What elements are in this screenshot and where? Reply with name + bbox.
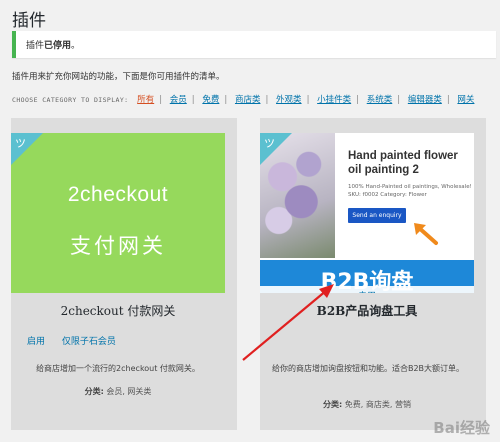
smile-icon: ツ: [264, 137, 275, 150]
category-membership[interactable]: 会员: [170, 95, 187, 105]
category-store[interactable]: 商店类: [235, 95, 261, 105]
category-free[interactable]: 免费: [202, 95, 219, 105]
filter-label: CHOOSE CATEGORY TO DISPLAY:: [12, 96, 129, 104]
members-only-link[interactable]: 仅限子石会员: [62, 337, 116, 347]
plugin-card-b2b-enquiry: Hand painted flower oil painting 2 100% …: [260, 118, 486, 430]
plugin-thumbnail: Hand painted flower oil painting 2 100% …: [260, 133, 474, 293]
ad-title: Hand painted flower oil painting 2: [348, 150, 458, 176]
category-widgets[interactable]: 小挂件类: [317, 95, 351, 105]
category-gateway[interactable]: 网关: [457, 95, 474, 105]
thumbnail-line2: 支付网关: [70, 234, 166, 258]
intro-text: 插件用来扩充你网站的功能，下面是你可用插件的清单。: [12, 72, 225, 82]
watermark: Bai经验: [433, 419, 490, 437]
notice-banner: 插件已停用。: [12, 31, 496, 58]
plugin-description: 给商店增加一个流行的2checkout 付款网关。: [36, 364, 200, 373]
smile-icon: ツ: [15, 137, 26, 150]
plugin-thumbnail: 2checkout 支付网关 ツ: [11, 133, 225, 293]
plugin-tags: 分类: 免费, 商店类, 营销: [323, 400, 411, 409]
plugin-tags: 分类: 会员, 网关类: [84, 387, 152, 396]
send-enquiry-button: Send an enquiry: [348, 208, 406, 223]
plugin-description: 给你的商店增加询盘按钮和功能。适合B2B大额订单。: [271, 364, 465, 373]
thumbnail-line1: 2checkout: [67, 183, 169, 206]
plugin-title: B2B产品询盘工具: [316, 304, 418, 318]
category-editor[interactable]: 编辑器类: [408, 95, 442, 105]
activate-link[interactable]: 启用: [27, 337, 45, 347]
category-all[interactable]: 所有: [137, 95, 154, 105]
category-filter: CHOOSE CATEGORY TO DISPLAY: 所有 | 会员 | 免费 | …: [12, 95, 475, 105]
activate-button[interactable]: 启用: [260, 286, 474, 293]
corner-ribbon: ツ: [11, 133, 43, 165]
ad-subtitle: 100% Hand-Painted oil paintings, Wholesa…: [348, 184, 472, 198]
notice-text: 插件已停用。: [26, 41, 81, 51]
orange-arrow-icon: [414, 223, 438, 245]
category-appearance[interactable]: 外观类: [276, 95, 302, 105]
page-title: 插件: [12, 11, 46, 31]
plugin-actions: 启用 仅限子石会员: [27, 334, 130, 347]
category-system[interactable]: 系统类: [367, 95, 393, 105]
plugin-card-2checkout: 2checkout 支付网关 ツ 2checkout 付款网关 启用 仅限子石会…: [11, 118, 237, 430]
plugin-title: 2checkout 付款网关: [60, 304, 176, 318]
corner-ribbon: ツ: [260, 133, 292, 165]
